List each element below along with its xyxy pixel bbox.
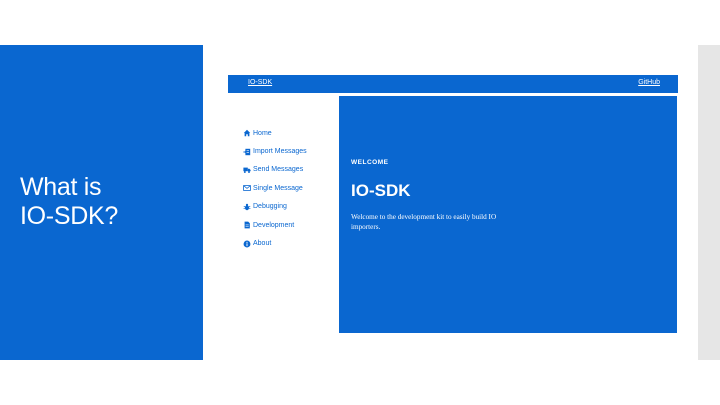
sidebar-item-home[interactable]: Home bbox=[242, 124, 342, 142]
sidebar-item-label: Debugging bbox=[253, 203, 287, 211]
info-icon bbox=[242, 239, 251, 248]
slide-title: What is IO-SDK? bbox=[20, 173, 200, 231]
truck-icon bbox=[242, 165, 251, 174]
envelope-icon bbox=[242, 184, 251, 193]
file-icon bbox=[242, 221, 251, 230]
sidebar-item-single-message[interactable]: Single Message bbox=[242, 179, 342, 197]
sidebar-item-label: Single Message bbox=[253, 184, 303, 192]
home-icon bbox=[242, 129, 251, 138]
sidebar-item-label: Home bbox=[253, 129, 272, 137]
sidebar-nav: Home Import Messages Send Messages Singl… bbox=[242, 124, 342, 253]
top-navbar: IO-SDK GitHub bbox=[228, 75, 678, 93]
brand-link[interactable]: IO-SDK bbox=[248, 79, 272, 86]
sidebar-item-label: About bbox=[253, 240, 272, 248]
sidebar-item-development[interactable]: Development bbox=[242, 216, 342, 234]
sidebar-item-label: Development bbox=[253, 221, 295, 229]
sidebar-item-label: Import Messages bbox=[253, 148, 307, 156]
viewer-scrollbar[interactable] bbox=[698, 45, 720, 360]
sidebar-item-import-messages[interactable]: Import Messages bbox=[242, 142, 342, 160]
github-link[interactable]: GitHub bbox=[638, 79, 660, 86]
sidebar-item-about[interactable]: About bbox=[242, 234, 342, 252]
welcome-hero: WELCOME IO-SDK Welcome to the developmen… bbox=[339, 96, 677, 333]
sidebar-item-label: Send Messages bbox=[253, 166, 304, 174]
sidebar-item-send-messages[interactable]: Send Messages bbox=[242, 161, 342, 179]
import-icon bbox=[242, 147, 251, 156]
slide-title-line-2: IO-SDK? bbox=[20, 202, 118, 230]
hero-title: IO-SDK bbox=[351, 181, 411, 200]
sidebar-item-debugging[interactable]: Debugging bbox=[242, 198, 342, 216]
app-screenshot: IO-SDK GitHub Home Import Messages Send … bbox=[228, 75, 680, 337]
hero-description: Welcome to the development kit to easily… bbox=[351, 213, 497, 231]
bug-icon bbox=[242, 202, 251, 211]
slide-title-line-1: What is bbox=[20, 173, 102, 201]
hero-eyebrow: WELCOME bbox=[351, 159, 389, 166]
